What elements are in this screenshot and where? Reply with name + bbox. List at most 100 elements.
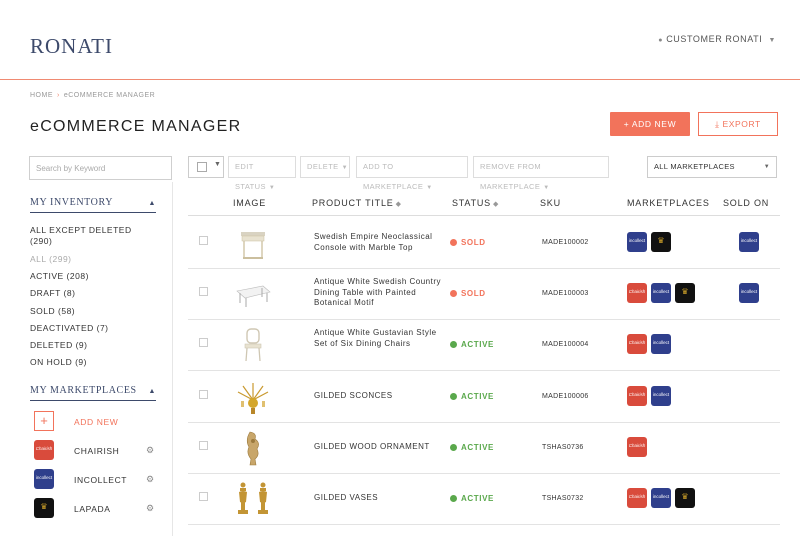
product-thumbnail[interactable] bbox=[233, 275, 273, 313]
status-label: ACTIVE bbox=[461, 340, 494, 349]
product-title[interactable]: Antique White Swedish Country Dining Tab… bbox=[314, 277, 442, 309]
lapada-logo-icon[interactable]: ♛ bbox=[675, 283, 695, 303]
status-label: ACTIVE bbox=[461, 494, 494, 503]
product-thumbnail[interactable] bbox=[233, 429, 273, 467]
status-badge: SOLD bbox=[450, 238, 486, 247]
lapada-logo-icon: ♛ bbox=[34, 498, 54, 518]
sidebar-item-all-except-deleted[interactable]: ALL EXCEPT DELETED (290) bbox=[30, 225, 150, 247]
delete-label: DELETE bbox=[307, 162, 339, 171]
marketplace-icons: Chairish incollect ♛ bbox=[627, 488, 699, 508]
select-all-checkbox[interactable] bbox=[197, 162, 207, 172]
export-button[interactable]: ⤓ EXPORT bbox=[698, 112, 778, 136]
lapada-logo-icon[interactable]: ♛ bbox=[675, 488, 695, 508]
collapse-up-icon[interactable]: ▲ bbox=[148, 199, 156, 207]
product-thumbnail[interactable] bbox=[233, 224, 273, 262]
col-sku: SKU bbox=[540, 198, 561, 208]
row-checkbox[interactable] bbox=[199, 287, 208, 296]
product-title[interactable]: GILDED VASES bbox=[314, 493, 442, 504]
product-title[interactable]: GILDED WOOD ORNAMENT bbox=[314, 442, 442, 453]
gear-icon[interactable]: ⚙ bbox=[146, 474, 154, 485]
sidebar-divider bbox=[172, 182, 173, 536]
table-row[interactable]: GILDED WOOD ORNAMENT ACTIVE TSHAS0736 Chair… bbox=[188, 423, 780, 474]
chairish-logo-icon[interactable]: Chairish bbox=[627, 334, 647, 354]
table-row[interactable]: GILDED SCONCES ACTIVE MADE100006 Chairish in… bbox=[188, 372, 780, 423]
status-badge: ACTIVE bbox=[450, 340, 494, 349]
product-thumbnail[interactable] bbox=[233, 378, 273, 416]
table-row[interactable]: Antique White Gustavian Style Set of Six… bbox=[188, 320, 780, 371]
table-row[interactable]: Antique White Swedish Country Dining Tab… bbox=[188, 269, 780, 320]
col-status[interactable]: STATUS ◆ bbox=[452, 198, 499, 208]
col-marketplaces: MARKETPLACES bbox=[627, 198, 710, 208]
marketplace-incollect[interactable]: INCOLLECT bbox=[74, 475, 127, 485]
breadcrumb-current: eCOMMERCE MANAGER bbox=[63, 92, 156, 99]
sidebar-item-deleted[interactable]: DELETED (9) bbox=[30, 340, 87, 351]
product-title[interactable]: Swedish Empire Neoclassical Console with… bbox=[314, 232, 442, 253]
marketplace-filter-select[interactable]: ALL MARKETPLACES ▼ bbox=[647, 156, 777, 178]
sku-value: MADE100002 bbox=[542, 239, 589, 246]
collapse-up-icon[interactable]: ▲ bbox=[148, 387, 156, 395]
product-title[interactable]: GILDED SCONCES bbox=[314, 391, 442, 402]
gear-icon[interactable]: ⚙ bbox=[146, 503, 154, 514]
incollect-logo-icon[interactable]: incollect bbox=[651, 283, 671, 303]
marketplace-lapada[interactable]: LAPADA bbox=[74, 504, 111, 514]
chairish-logo-icon[interactable]: Chairish bbox=[627, 488, 647, 508]
add-new-button[interactable]: + ADD NEW bbox=[610, 112, 690, 136]
sort-icon[interactable]: ◆ bbox=[396, 201, 402, 208]
user-menu[interactable]: ● CUSTOMER RONATI ▼ bbox=[658, 34, 776, 44]
logo[interactable]: RONATI bbox=[30, 34, 113, 59]
status-dot-icon bbox=[450, 239, 457, 246]
marketplace-chairish[interactable]: CHAIRISH bbox=[74, 446, 119, 456]
product-title[interactable]: Antique White Gustavian Style Set of Six… bbox=[314, 328, 442, 349]
search-input[interactable] bbox=[29, 156, 172, 180]
sku-value: MADE100003 bbox=[542, 290, 589, 297]
sidebar-item-active[interactable]: ACTIVE (208) bbox=[30, 271, 89, 282]
status-dot-icon bbox=[450, 393, 457, 400]
remove-from-marketplace-button[interactable]: REMOVE FROM MARKETPLACE ▼ bbox=[473, 156, 609, 191]
bulk-select-dropdown[interactable]: ▼ bbox=[188, 156, 224, 178]
col-product-title[interactable]: PRODUCT TITLE ◆ bbox=[312, 198, 402, 208]
my-inventory-header[interactable]: MY INVENTORY ▲ bbox=[30, 197, 156, 213]
page-title: eCOMMERCE MANAGER bbox=[30, 118, 242, 135]
user-name: CUSTOMER RONATI bbox=[666, 34, 763, 44]
row-checkbox[interactable] bbox=[199, 236, 208, 245]
caret-down-icon: ▼ bbox=[763, 164, 770, 170]
sidebar-item-on-hold[interactable]: ON HOLD (9) bbox=[30, 357, 87, 368]
add-marketplace-plus-icon[interactable]: + bbox=[34, 411, 54, 431]
delete-button[interactable]: DELETE ▼ bbox=[300, 156, 350, 178]
table-row[interactable]: GILDED VASES ACTIVE TSHAS0732 Chairish incol… bbox=[188, 474, 780, 525]
incollect-logo-icon[interactable]: incollect bbox=[651, 488, 671, 508]
sort-icon[interactable]: ◆ bbox=[493, 201, 499, 208]
breadcrumb: HOME › eCOMMERCE MANAGER bbox=[30, 92, 155, 99]
incollect-logo-icon[interactable]: incollect bbox=[651, 334, 671, 354]
marketplace-icons: incollect ♛ bbox=[627, 232, 675, 252]
product-thumbnail[interactable] bbox=[233, 480, 273, 518]
row-checkbox[interactable] bbox=[199, 492, 208, 501]
sidebar-item-all[interactable]: ALL (299) bbox=[30, 254, 72, 265]
product-thumbnail[interactable] bbox=[233, 326, 273, 364]
add-marketplace-link[interactable]: ADD NEW bbox=[74, 417, 118, 427]
row-checkbox[interactable] bbox=[199, 441, 208, 450]
status-badge: ACTIVE bbox=[450, 494, 494, 503]
sidebar-item-draft[interactable]: DRAFT (8) bbox=[30, 288, 75, 299]
status-dot-icon bbox=[450, 495, 457, 502]
gear-icon[interactable]: ⚙ bbox=[146, 445, 154, 456]
add-to-marketplace-button[interactable]: ADD TO MARKETPLACE ▼ bbox=[356, 156, 468, 191]
chairish-logo-icon[interactable]: Chairish bbox=[627, 386, 647, 406]
edit-status-button[interactable]: EDIT STATUS ▼ bbox=[228, 156, 296, 191]
row-checkbox[interactable] bbox=[199, 390, 208, 399]
table-row[interactable]: Swedish Empire Neoclassical Console with… bbox=[188, 218, 780, 269]
breadcrumb-home[interactable]: HOME bbox=[30, 92, 53, 99]
status-badge: SOLD bbox=[450, 289, 486, 298]
status-badge: ACTIVE bbox=[450, 392, 494, 401]
sidebar-item-deactivated[interactable]: DEACTIVATED (7) bbox=[30, 323, 109, 334]
top-header: RONATI ● CUSTOMER RONATI ▼ bbox=[0, 0, 800, 80]
row-checkbox[interactable] bbox=[199, 338, 208, 347]
status-dot-icon bbox=[450, 444, 457, 451]
lapada-logo-icon[interactable]: ♛ bbox=[651, 232, 671, 252]
chairish-logo-icon[interactable]: Chairish bbox=[627, 437, 647, 457]
sidebar-item-sold[interactable]: SOLD (58) bbox=[30, 306, 75, 317]
chairish-logo-icon[interactable]: Chairish bbox=[627, 283, 647, 303]
incollect-logo-icon[interactable]: incollect bbox=[627, 232, 647, 252]
my-marketplaces-header[interactable]: MY MARKETPLACES ▲ bbox=[30, 385, 156, 401]
incollect-logo-icon[interactable]: incollect bbox=[651, 386, 671, 406]
